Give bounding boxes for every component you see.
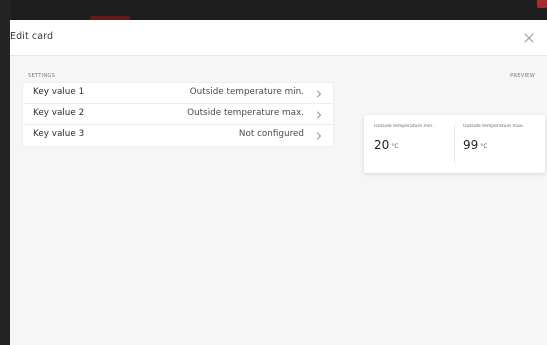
preview-item-value: 99 [463,138,479,152]
settings-section-label: SETTINGS [28,73,56,79]
chevron-right-icon [317,132,321,140]
chevron-right-icon [317,111,321,119]
chevron-right-icon [317,90,321,98]
settings-row-key-value-2[interactable]: Key value 2 Outside temperature max. [23,104,333,125]
preview-section-label: PREVIEW [510,73,535,79]
preview-card: Outside temperature min. 20 °C Outside te… [364,115,545,173]
preview-item-value-row: 20 °C [374,138,454,154]
preview-item-unit: °C [391,143,399,150]
row-value: Not configured [238,129,304,139]
settings-row-key-value-3[interactable]: Key value 3 Not configured [23,125,333,146]
preview-item-min: Outside temperature min. 20 °C [374,124,454,154]
close-icon [524,33,534,43]
settings-list: Key value 1 Outside temperature min. Key… [22,82,334,147]
row-value: Outside temperature min. [189,87,304,97]
row-label: Key value 1 [33,87,85,97]
preview-item-unit: °C [480,143,488,150]
settings-row-key-value-1[interactable]: Key value 1 Outside temperature min. [23,83,333,104]
backdrop-left-edge [0,0,10,345]
row-value: Outside temperature max. [187,108,304,118]
dialog-title: Edit card [10,31,54,42]
preview-item-title: Outside temperature max. [463,124,525,129]
preview-item-max: Outside temperature max. 99 °C [463,124,543,154]
row-label: Key value 3 [33,129,85,139]
preview-item-value: 20 [374,138,390,152]
background-status-indicator [537,0,547,8]
edit-card-dialog: Edit card SETTINGS PREVIEW Key value 1 O… [10,20,547,345]
preview-divider [454,125,455,163]
preview-item-title: Outside temperature min. [374,124,434,129]
dialog-header: Edit card [10,20,547,56]
preview-item-value-row: 99 °C [463,138,543,154]
row-label: Key value 2 [33,108,85,118]
close-button[interactable] [522,30,536,44]
